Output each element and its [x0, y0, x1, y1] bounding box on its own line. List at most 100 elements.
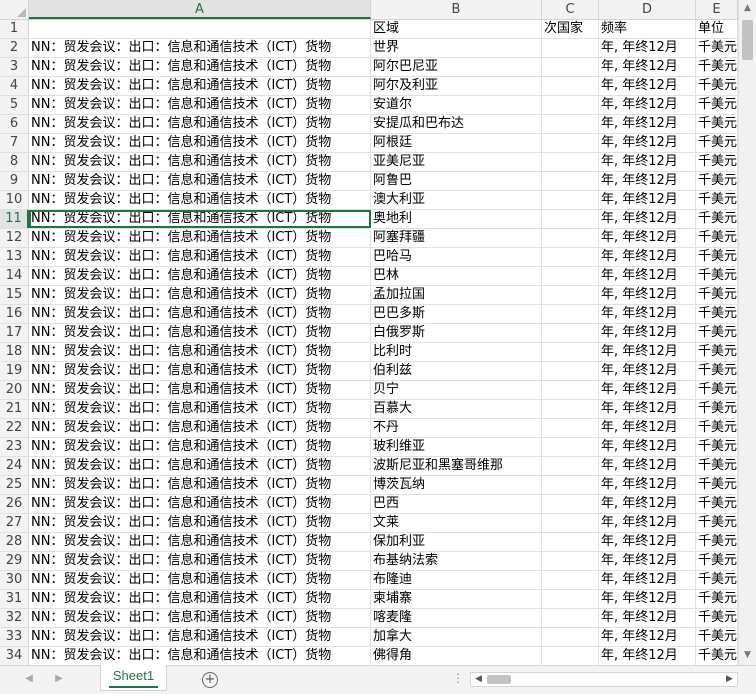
- cell-b[interactable]: 亚美尼亚: [371, 153, 542, 171]
- cell-a[interactable]: NN：贸发会议：出口：信息和通信技术（ICT）货物: [29, 400, 371, 418]
- cell-e[interactable]: 千美元: [696, 229, 738, 247]
- cell-d[interactable]: 年, 年终12月: [599, 305, 696, 323]
- cell-a[interactable]: NN：贸发会议：出口：信息和通信技术（ICT）货物: [29, 476, 371, 494]
- cell-e[interactable]: 千美元: [696, 58, 738, 76]
- cell-c[interactable]: [542, 77, 599, 95]
- cell-c[interactable]: [542, 172, 599, 190]
- cell-a[interactable]: NN：贸发会议：出口：信息和通信技术（ICT）货物: [29, 134, 371, 152]
- cell-e[interactable]: 千美元: [696, 381, 738, 399]
- cell-e[interactable]: 千美元: [696, 248, 738, 266]
- row-header[interactable]: 31: [0, 590, 29, 608]
- cell-a[interactable]: NN：贸发会议：出口：信息和通信技术（ICT）货物: [29, 39, 371, 57]
- cell-a[interactable]: NN：贸发会议：出口：信息和通信技术（ICT）货物: [29, 305, 371, 323]
- row-header[interactable]: 3: [0, 58, 29, 76]
- row-header[interactable]: 20: [0, 381, 29, 399]
- cell-a[interactable]: [29, 20, 371, 38]
- cell-b[interactable]: 阿塞拜疆: [371, 229, 542, 247]
- cell-a[interactable]: NN：贸发会议：出口：信息和通信技术（ICT）货物: [29, 115, 371, 133]
- cell-d[interactable]: 年, 年终12月: [599, 647, 696, 665]
- cell-d[interactable]: 年, 年终12月: [599, 134, 696, 152]
- cell-a[interactable]: NN：贸发会议：出口：信息和通信技术（ICT）货物: [29, 495, 371, 513]
- cell-e[interactable]: 单位: [696, 20, 738, 38]
- cell-b[interactable]: 文莱: [371, 514, 542, 532]
- cell-d[interactable]: 年, 年终12月: [599, 514, 696, 532]
- cell-e[interactable]: 千美元: [696, 400, 738, 418]
- cell-d[interactable]: 年, 年终12月: [599, 590, 696, 608]
- cell-e[interactable]: 千美元: [696, 476, 738, 494]
- cell-b[interactable]: 巴哈马: [371, 248, 542, 266]
- cell-c[interactable]: [542, 286, 599, 304]
- select-all-button[interactable]: [0, 0, 29, 19]
- row-header[interactable]: 23: [0, 438, 29, 456]
- cell-b[interactable]: 百慕大: [371, 400, 542, 418]
- cell-a[interactable]: NN：贸发会议：出口：信息和通信技术（ICT）货物: [29, 647, 371, 665]
- cell-b[interactable]: 柬埔寨: [371, 590, 542, 608]
- cell-c[interactable]: [542, 628, 599, 646]
- cell-c[interactable]: [542, 39, 599, 57]
- prev-sheet-arrow-icon[interactable]: ◀: [22, 672, 36, 686]
- row-header[interactable]: 32: [0, 609, 29, 627]
- column-header-b[interactable]: B: [371, 0, 542, 19]
- cell-b[interactable]: 安提瓜和巴布达: [371, 115, 542, 133]
- cell-d[interactable]: 年, 年终12月: [599, 39, 696, 57]
- cell-e[interactable]: 千美元: [696, 609, 738, 627]
- cell-c[interactable]: [542, 210, 599, 228]
- cell-b[interactable]: 孟加拉国: [371, 286, 542, 304]
- row-header[interactable]: 22: [0, 419, 29, 437]
- cell-b[interactable]: 比利时: [371, 343, 542, 361]
- cell-b[interactable]: 巴林: [371, 267, 542, 285]
- cell-e[interactable]: 千美元: [696, 115, 738, 133]
- cell-a[interactable]: NN：贸发会议：出口：信息和通信技术（ICT）货物: [29, 419, 371, 437]
- cell-a[interactable]: NN：贸发会议：出口：信息和通信技术（ICT）货物: [29, 628, 371, 646]
- cell-b[interactable]: 澳大利亚: [371, 191, 542, 209]
- cell-d[interactable]: 年, 年终12月: [599, 153, 696, 171]
- cell-e[interactable]: 千美元: [696, 191, 738, 209]
- cell-a[interactable]: NN：贸发会议：出口：信息和通信技术（ICT）货物: [29, 267, 371, 285]
- cell-d[interactable]: 年, 年终12月: [599, 172, 696, 190]
- cell-d[interactable]: 年, 年终12月: [599, 609, 696, 627]
- cell-c[interactable]: [542, 419, 599, 437]
- cell-e[interactable]: 千美元: [696, 324, 738, 342]
- cell-d[interactable]: 年, 年终12月: [599, 476, 696, 494]
- cell-b[interactable]: 阿鲁巴: [371, 172, 542, 190]
- cell-b[interactable]: 布隆迪: [371, 571, 542, 589]
- next-sheet-arrow-icon[interactable]: ▶: [52, 672, 66, 686]
- cell-a[interactable]: NN：贸发会议：出口：信息和通信技术（ICT）货物: [29, 210, 371, 228]
- cell-b[interactable]: 保加利亚: [371, 533, 542, 551]
- cell-e[interactable]: 千美元: [696, 457, 738, 475]
- row-header[interactable]: 10: [0, 191, 29, 209]
- column-header-a[interactable]: A: [29, 0, 371, 19]
- row-header[interactable]: 13: [0, 248, 29, 266]
- row-header[interactable]: 11: [0, 210, 29, 228]
- row-header[interactable]: 4: [0, 77, 29, 95]
- row-header[interactable]: 27: [0, 514, 29, 532]
- cell-b[interactable]: 巴西: [371, 495, 542, 513]
- cell-c[interactable]: [542, 229, 599, 247]
- cell-c[interactable]: [542, 191, 599, 209]
- cell-c[interactable]: [542, 153, 599, 171]
- cell-a[interactable]: NN：贸发会议：出口：信息和通信技术（ICT）货物: [29, 153, 371, 171]
- cell-e[interactable]: 千美元: [696, 267, 738, 285]
- cell-a[interactable]: NN：贸发会议：出口：信息和通信技术（ICT）货物: [29, 172, 371, 190]
- cell-a[interactable]: NN：贸发会议：出口：信息和通信技术（ICT）货物: [29, 609, 371, 627]
- cell-e[interactable]: 千美元: [696, 77, 738, 95]
- cell-c[interactable]: [542, 495, 599, 513]
- scroll-up-arrow-icon[interactable]: ▲: [739, 0, 756, 17]
- scroll-right-arrow-icon[interactable]: ▶: [722, 673, 737, 686]
- column-header-d[interactable]: D: [599, 0, 696, 19]
- cell-b[interactable]: 区域: [371, 20, 542, 38]
- cell-d[interactable]: 年, 年终12月: [599, 96, 696, 114]
- row-header[interactable]: 19: [0, 362, 29, 380]
- cell-a[interactable]: NN：贸发会议：出口：信息和通信技术（ICT）货物: [29, 381, 371, 399]
- cell-e[interactable]: 千美元: [696, 533, 738, 551]
- cell-d[interactable]: 年, 年终12月: [599, 229, 696, 247]
- row-header[interactable]: 18: [0, 343, 29, 361]
- cell-c[interactable]: [542, 590, 599, 608]
- cell-c[interactable]: [542, 476, 599, 494]
- cell-b[interactable]: 伯利兹: [371, 362, 542, 380]
- cell-e[interactable]: 千美元: [696, 514, 738, 532]
- cell-a[interactable]: NN：贸发会议：出口：信息和通信技术（ICT）货物: [29, 191, 371, 209]
- row-header[interactable]: 21: [0, 400, 29, 418]
- row-header[interactable]: 15: [0, 286, 29, 304]
- row-header[interactable]: 25: [0, 476, 29, 494]
